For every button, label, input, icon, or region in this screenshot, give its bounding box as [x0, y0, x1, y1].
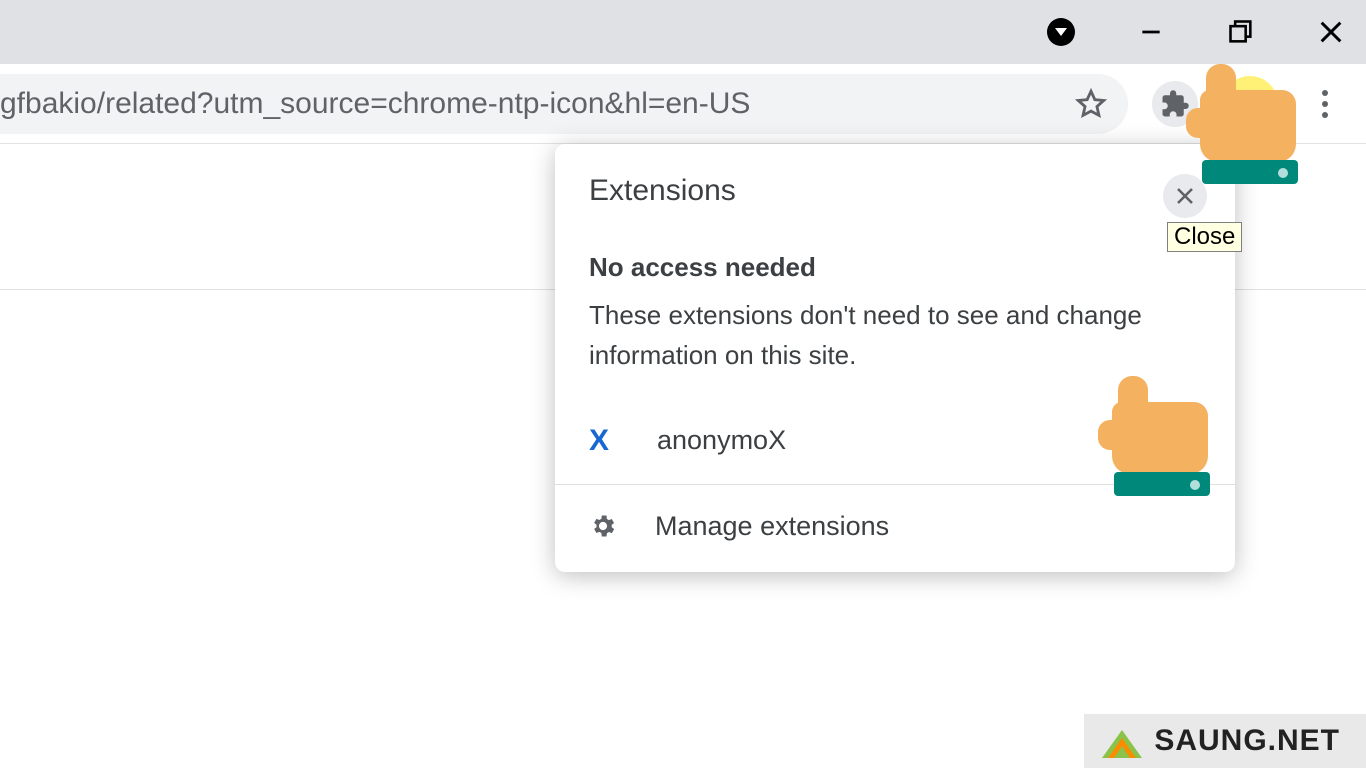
bookmark-star-icon[interactable]: [1074, 87, 1108, 121]
more-vert-icon: [1322, 90, 1328, 118]
gear-icon: [589, 512, 617, 540]
browser-toolbar: gfbakio/related?utm_source=chrome-ntp-ic…: [0, 64, 1366, 144]
pin-extension-button[interactable]: [1125, 428, 1151, 454]
pushpin-icon: [1125, 428, 1151, 454]
address-bar[interactable]: gfbakio/related?utm_source=chrome-ntp-ic…: [0, 74, 1128, 134]
close-icon: [1173, 184, 1197, 208]
address-bar-text: gfbakio/related?utm_source=chrome-ntp-ic…: [0, 87, 750, 121]
minimize-button[interactable]: [1136, 17, 1166, 47]
manage-extensions-label: Manage extensions: [655, 511, 889, 542]
pinned-extension-highlight[interactable]: [1222, 76, 1278, 132]
toolbar-actions: [1128, 76, 1366, 132]
watermark-logo-icon: [1102, 724, 1142, 758]
manage-extensions-row[interactable]: Manage extensions: [555, 485, 1235, 572]
popover-close-button[interactable]: Close: [1163, 174, 1207, 218]
extension-icon: X: [589, 424, 619, 458]
account-dropdown-icon[interactable]: [1046, 17, 1076, 47]
extension-more-button[interactable]: [1179, 428, 1199, 453]
window-close-button[interactable]: [1316, 17, 1346, 47]
no-access-desc: These extensions don't need to see and c…: [589, 295, 1201, 376]
no-access-heading: No access needed: [589, 252, 1201, 283]
extension-name: anonymoX: [657, 425, 1125, 456]
extensions-popover: Extensions Close No access needed These …: [555, 144, 1235, 572]
watermark: SAUNG.NET: [1084, 714, 1366, 768]
extension-row[interactable]: X anonymoX: [555, 396, 1235, 484]
watermark-text: SAUNG.NET: [1154, 724, 1340, 758]
pushpin-icon: [1235, 89, 1265, 119]
maximize-button[interactable]: [1226, 17, 1256, 47]
popover-title: Extensions: [589, 174, 736, 208]
window-titlebar: [0, 0, 1366, 64]
extensions-button[interactable]: [1152, 81, 1198, 127]
chrome-menu-button[interactable]: [1302, 81, 1348, 127]
page-surface: Extensions Close No access needed These …: [0, 144, 1366, 768]
close-tooltip: Close: [1167, 222, 1242, 252]
